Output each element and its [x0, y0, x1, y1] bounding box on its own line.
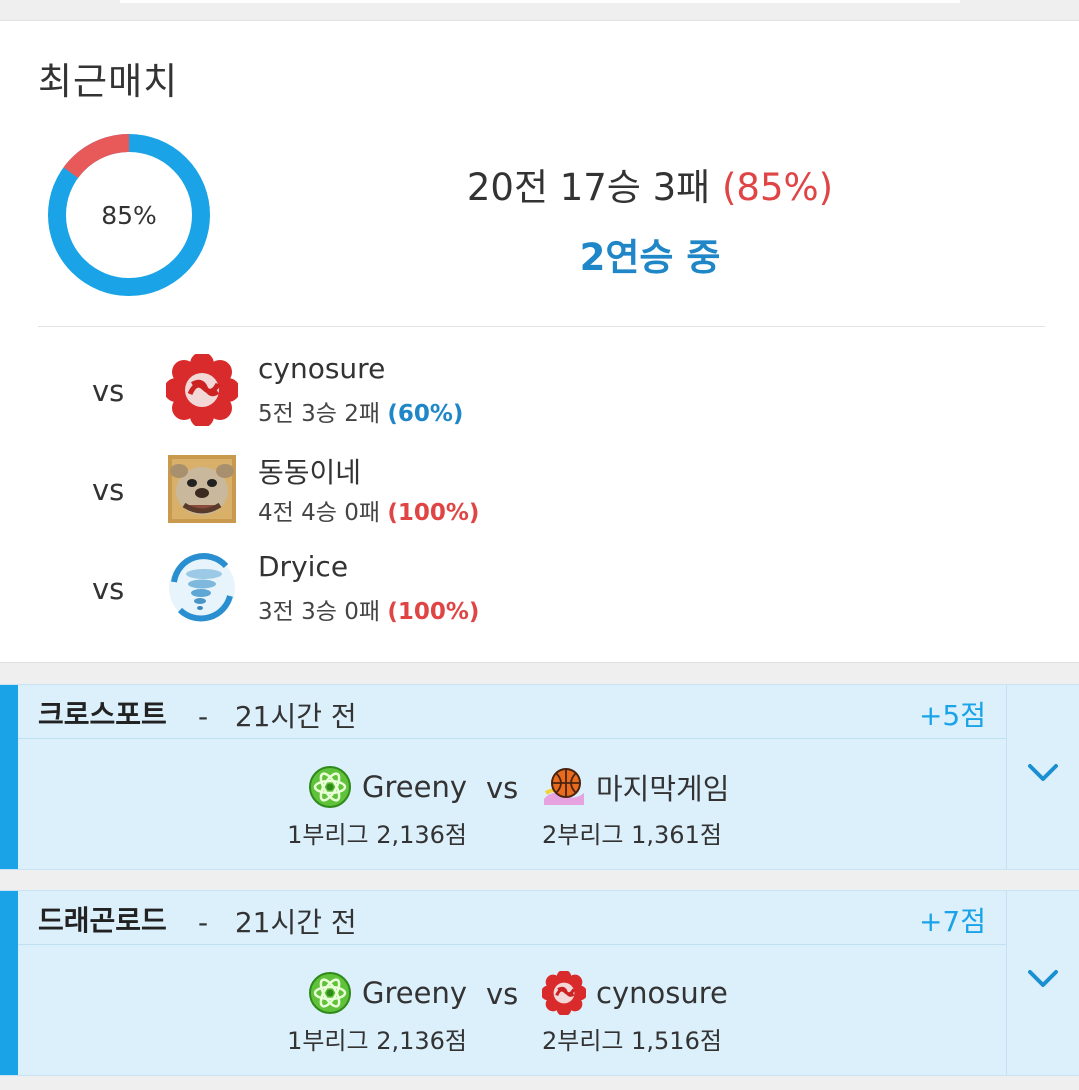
chevron-down-icon[interactable] [1026, 967, 1060, 991]
vs-label: vs [92, 572, 125, 606]
points-gained: +7점 [918, 905, 986, 938]
separator: - [198, 906, 209, 939]
points-gained: +5점 [918, 699, 986, 732]
tornado-icon [169, 553, 235, 622]
basketball-icon [544, 768, 584, 805]
player-two-name: cynosure [596, 976, 728, 1010]
opponent-record-text: 5전 3승 2패 [258, 401, 381, 427]
game-title: 드래곤로드 [38, 904, 167, 937]
opponent-record-text: 4전 4승 0패 [258, 500, 381, 526]
match-time: - 21시간 전 [198, 901, 357, 941]
match-header: 드래곤로드 - 21시간 전 +7점 [18, 891, 1006, 945]
record-percent: (85%) [722, 166, 834, 209]
player-one-name: Greeny [362, 976, 467, 1010]
red-flower-emblem-icon [542, 971, 586, 1015]
opponent-name: Dryice [258, 550, 349, 583]
player-two: 마지막게임 [542, 765, 729, 809]
bulldog-icon [168, 455, 236, 523]
player-one-league: 1부리그 2,136점 [287, 1027, 467, 1055]
opponent-win-rate: (100%) [387, 500, 480, 526]
match-card[interactable]: 드래곤로드 - 21시간 전 +7점 Greeny vs cynosure 1부… [0, 890, 1079, 1076]
opponent-win-rate: (100%) [387, 599, 480, 625]
match-time: - 21시간 전 [198, 695, 357, 735]
match-header: 크로스포트 - 21시간 전 +5점 [18, 685, 1006, 739]
vs-label: vs [486, 771, 519, 805]
win-streak: 2연승 중 [579, 236, 721, 279]
player-one: Greeny [308, 765, 467, 809]
win-rate-label: 85% [101, 200, 157, 230]
separator: - [198, 700, 209, 733]
player-two-league: 2부리그 1,361점 [542, 821, 722, 849]
opponent-record-text: 3전 3승 0패 [258, 599, 381, 625]
match-accent-bar [0, 685, 18, 869]
player-one-name: Greeny [362, 770, 467, 804]
match-accent-bar [0, 891, 18, 1075]
divider [38, 326, 1045, 327]
green-atom-emblem-icon [309, 972, 352, 1014]
opponent-name: 동동이네 [258, 456, 362, 489]
match-card[interactable]: 크로스포트 - 21시간 전 +5점 Greeny vs 마지막게임 1부리그 … [0, 684, 1079, 870]
recent-match-card: 최근매치 85% 20전 17승 3패 (85%) 2연승 중 vs cynos… [0, 20, 1079, 663]
game-title: 크로스포트 [38, 698, 167, 731]
opponent-row[interactable]: vs cynosure 5전 3승 2패 (60%) [0, 352, 1079, 432]
opponent-win-rate: (60%) [387, 401, 464, 427]
previous-card-edge [120, 0, 960, 3]
opponent-record: 4전 4승 0패 (100%) [258, 493, 479, 527]
red-flower-emblem-icon [166, 354, 238, 426]
player-two-name: 마지막게임 [596, 772, 730, 806]
opponent-row[interactable]: vs Dryice 3전 3승 0패 (100%) [0, 550, 1079, 630]
green-atom-emblem-icon [309, 766, 352, 808]
opponent-record: 5전 3승 2패 (60%) [258, 394, 463, 428]
player-two-league: 2부리그 1,516점 [542, 1027, 722, 1055]
vs-label: vs [486, 977, 519, 1011]
top-strip [0, 0, 1079, 20]
overall-record: 20전 17승 3패 (85%) [440, 157, 860, 211]
player-one: Greeny [308, 971, 467, 1015]
time-ago: 21시간 전 [234, 700, 357, 733]
chevron-down-icon[interactable] [1026, 761, 1060, 785]
player-one-league: 1부리그 2,136점 [287, 821, 467, 849]
opponent-row[interactable]: vs 동동이네 4전 4승 0패 (100%) [0, 451, 1079, 531]
section-title: 최근매치 [38, 60, 179, 103]
opponent-record: 3전 3승 0패 (100%) [258, 592, 479, 626]
time-ago: 21시간 전 [234, 906, 357, 939]
vs-label: vs [92, 374, 125, 408]
vs-label: vs [92, 473, 125, 507]
opponent-name: cynosure [258, 352, 386, 385]
record-text: 20전 17승 3패 [466, 166, 711, 209]
player-two: cynosure [542, 971, 728, 1015]
